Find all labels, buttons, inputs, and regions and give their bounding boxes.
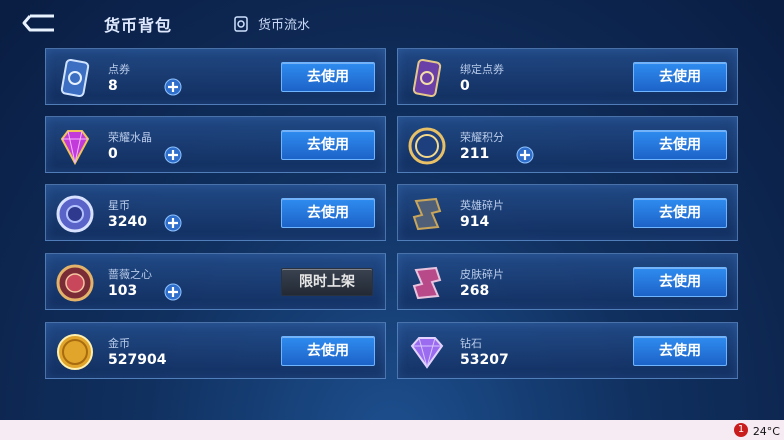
currency-name: 绑定点券	[460, 63, 504, 76]
currency-name: 钻石	[460, 337, 482, 350]
star-coin-icon	[56, 195, 94, 233]
currency-value: 0	[460, 78, 470, 94]
currency-name: 星币	[108, 199, 130, 212]
crystal-icon	[60, 130, 90, 166]
flow-label: 货币流水	[258, 18, 311, 33]
back-arrow-icon[interactable]	[18, 12, 58, 34]
currency-flow-link[interactable]: 货币流水	[232, 14, 310, 33]
currency-name: 点券	[108, 63, 130, 76]
use-button[interactable]: 去使用	[633, 267, 727, 297]
currency-name: 荣耀水晶	[108, 131, 152, 144]
use-button[interactable]: 去使用	[281, 198, 375, 228]
currency-name: 英雄碎片	[460, 199, 504, 212]
currency-value: 914	[460, 214, 490, 230]
currency-card-hero-fragment: 英雄碎片 914 去使用	[397, 184, 738, 241]
currency-name: 金币	[108, 337, 130, 350]
hero-fragment-icon	[412, 197, 442, 231]
notification-badge[interactable]: 1	[734, 423, 748, 437]
currency-value: 53207	[460, 352, 509, 368]
currency-value: 268	[460, 283, 490, 299]
rose-heart-icon	[56, 264, 94, 302]
currency-value: 3240	[108, 214, 147, 230]
currency-card-rose-heart: 蔷薇之心 103 限时上架	[45, 253, 386, 310]
use-button[interactable]: 去使用	[281, 130, 375, 160]
bound-ticket-icon	[412, 58, 442, 98]
currency-card-points: 荣耀积分 211 去使用	[397, 116, 738, 173]
plus-icon[interactable]	[516, 146, 534, 164]
currency-card-crystal: 荣耀水晶 0 去使用	[45, 116, 386, 173]
currency-name: 皮肤碎片	[460, 268, 504, 281]
currency-card-skin-fragment: 皮肤碎片 268 去使用	[397, 253, 738, 310]
currency-value: 103	[108, 283, 138, 299]
system-taskbar: 1 24°C	[0, 420, 784, 440]
use-button[interactable]: 去使用	[633, 336, 727, 366]
currency-card-ticket: 点券 8 去使用	[45, 48, 386, 105]
currency-value: 0	[108, 146, 118, 162]
currency-value: 8	[108, 78, 118, 94]
top-bar: 货币背包 货币流水	[0, 0, 784, 46]
temperature-readout: 24°C	[752, 425, 780, 438]
plus-icon[interactable]	[164, 283, 182, 301]
use-button[interactable]: 去使用	[633, 198, 727, 228]
currency-card-bound-ticket: 绑定点券 0 去使用	[397, 48, 738, 105]
plus-icon[interactable]	[164, 214, 182, 232]
currency-card-gold-coin: 金币 527904 去使用	[45, 322, 386, 379]
use-button[interactable]: 去使用	[633, 62, 727, 92]
currency-name: 荣耀积分	[460, 131, 504, 144]
currency-card-star-coin: 星币 3240 去使用	[45, 184, 386, 241]
skin-fragment-icon	[412, 266, 442, 300]
page-title: 货币背包	[104, 16, 173, 35]
limited-time-button[interactable]: 限时上架	[281, 268, 373, 296]
currency-value: 211	[460, 146, 490, 162]
currency-card-diamond: 钻石 53207 去使用	[397, 322, 738, 379]
points-icon	[408, 127, 446, 165]
ticket-icon	[60, 58, 90, 98]
plus-icon[interactable]	[164, 146, 182, 164]
currency-value: 527904	[108, 352, 167, 368]
diamond-icon	[410, 337, 444, 369]
currency-name: 蔷薇之心	[108, 268, 152, 281]
use-button[interactable]: 去使用	[281, 336, 375, 366]
plus-icon[interactable]	[164, 78, 182, 96]
gold-coin-icon	[57, 334, 93, 370]
use-button[interactable]: 去使用	[281, 62, 375, 92]
flow-icon	[234, 15, 248, 32]
use-button[interactable]: 去使用	[633, 130, 727, 160]
